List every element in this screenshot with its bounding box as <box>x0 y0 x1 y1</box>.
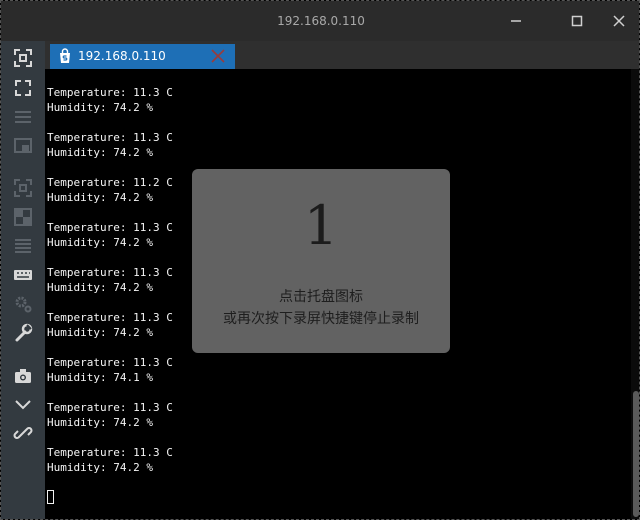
terminal-entry: Temperature: 11.3 C Humidity: 74.2 % <box>47 445 173 475</box>
minimize-button[interactable] <box>501 7 531 35</box>
temperature-line: Temperature: 11.3 C <box>47 311 173 324</box>
temperature-line: Temperature: 11.3 C <box>47 221 173 234</box>
humidity-line: Humidity: 74.2 % <box>47 326 153 339</box>
close-window-button[interactable] <box>604 7 634 35</box>
humidity-line: Humidity: 74.2 % <box>47 281 153 294</box>
recording-countdown-overlay: 1 点击托盘图标 或再次按下录屏快捷键停止录制 <box>192 169 450 353</box>
settings-icon[interactable] <box>13 294 33 314</box>
tab-close-icon[interactable] <box>210 48 226 64</box>
humidity-line: Humidity: 74.2 % <box>47 146 153 159</box>
temperature-line: Temperature: 11.3 C <box>47 266 173 279</box>
countdown-number: 1 <box>303 194 339 257</box>
chevron-down-icon[interactable] <box>13 394 33 414</box>
terminal-entry: Temperature: 11.3 C Humidity: 74.2 % <box>47 85 173 115</box>
capture-icon[interactable] <box>13 178 33 198</box>
maximize-icon <box>571 15 583 27</box>
scrollbar-thumb[interactable] <box>633 391 639 517</box>
link-icon[interactable] <box>13 423 33 443</box>
temperature-line: Temperature: 11.3 C <box>47 356 173 369</box>
tab-label: 192.168.0.110 <box>78 49 166 63</box>
humidity-line: Humidity: 74.2 % <box>47 101 153 114</box>
window-icon[interactable] <box>13 136 33 156</box>
close-icon <box>613 15 625 27</box>
temperature-line: Temperature: 11.2 C <box>47 176 173 189</box>
terminal-scrollbar[interactable] <box>631 69 639 519</box>
terminal-entry: Temperature: 11.3 C Humidity: 74.2 % <box>47 220 173 250</box>
minimize-icon <box>511 20 521 22</box>
terminal-entry: Temperature: 11.3 C Humidity: 74.2 % <box>47 265 173 295</box>
terminal-entry: Temperature: 11.3 C Humidity: 74.2 % <box>47 130 173 160</box>
overlay-hint-line-2: 或再次按下录屏快捷键停止录制 <box>223 311 419 327</box>
title-bar: 192.168.0.110 <box>1 1 639 41</box>
camera-icon[interactable] <box>13 366 33 386</box>
temperature-line: Temperature: 11.3 C <box>47 446 173 459</box>
temperature-line: Temperature: 11.3 C <box>47 401 173 414</box>
wrench-icon[interactable] <box>13 323 33 343</box>
humidity-line: Humidity: 74.2 % <box>47 461 153 474</box>
tab-session[interactable]: 192.168.0.110 <box>50 44 235 69</box>
terminal-entry: Temperature: 11.3 C Humidity: 74.2 % <box>47 310 173 340</box>
terminal-lines: Temperature: 11.3 C Humidity: 74.2 % Tempe… <box>47 85 173 490</box>
overlay-hint-line-1: 点击托盘图标 <box>279 289 363 305</box>
maximize-button[interactable] <box>562 7 592 35</box>
temperature-line: Temperature: 11.3 C <box>47 86 173 99</box>
tab-strip: 192.168.0.110 <box>45 41 639 69</box>
session-s-icon <box>57 48 73 64</box>
grid-icon[interactable] <box>13 207 33 227</box>
terminal-entry: Temperature: 11.3 C Humidity: 74.1 % <box>47 355 173 385</box>
app-window: 192.168.0.110 192.168.0.110 Temperature:… <box>0 0 640 520</box>
fullscreen-icon[interactable] <box>13 78 33 98</box>
humidity-line: Humidity: 74.2 % <box>47 416 153 429</box>
window-title: 192.168.0.110 <box>277 14 365 28</box>
tool-sidebar <box>1 41 45 519</box>
humidity-line: Humidity: 74.2 % <box>47 236 153 249</box>
keyboard-icon[interactable] <box>13 265 33 285</box>
list-icon[interactable] <box>13 236 33 256</box>
menu-icon[interactable] <box>13 107 33 127</box>
terminal-entry: Temperature: 11.3 C Humidity: 74.2 % <box>47 400 173 430</box>
humidity-line: Humidity: 74.2 % <box>47 191 153 204</box>
screenshot-icon[interactable] <box>13 48 33 68</box>
humidity-line: Humidity: 74.1 % <box>47 371 153 384</box>
terminal-entry: Temperature: 11.2 C Humidity: 74.2 % <box>47 175 173 205</box>
terminal-cursor <box>47 490 54 504</box>
temperature-line: Temperature: 11.3 C <box>47 131 173 144</box>
